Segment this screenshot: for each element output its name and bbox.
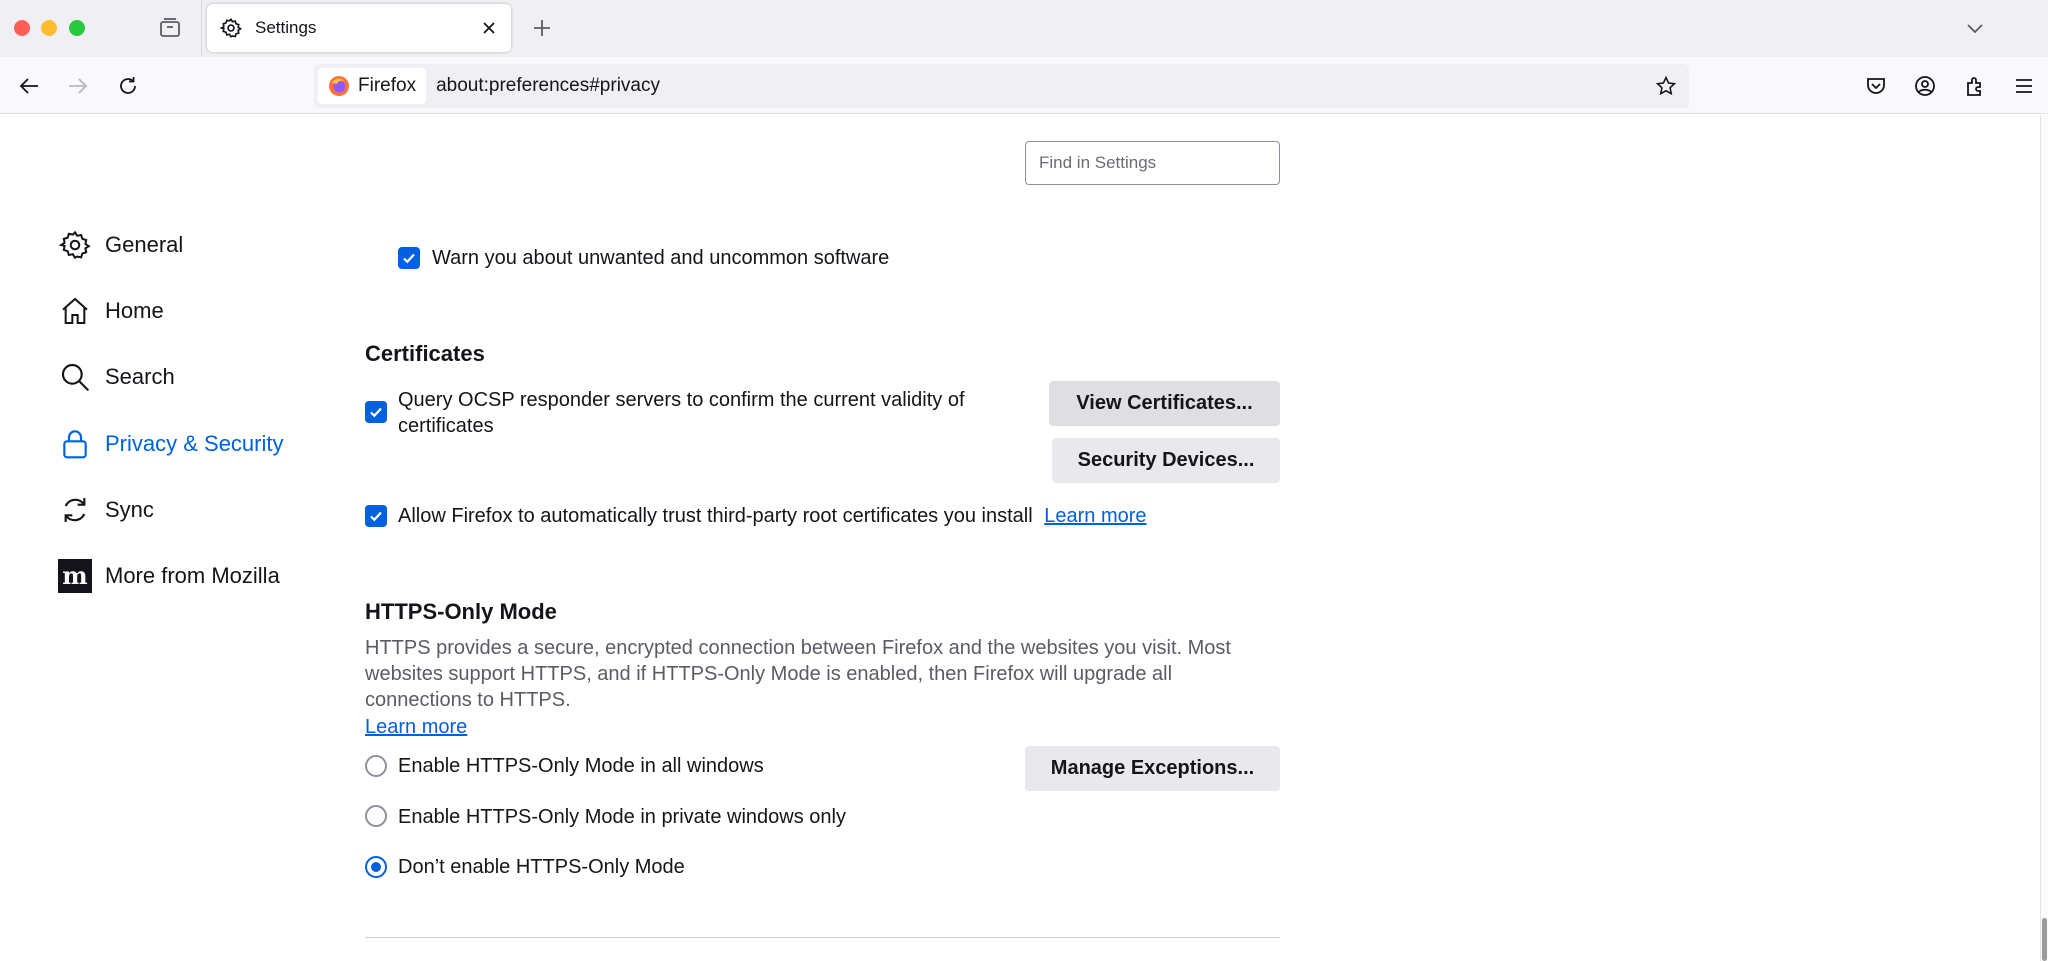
tab-title: Settings bbox=[255, 18, 317, 37]
tab-strip-divider bbox=[201, 0, 202, 57]
chevron-down-icon bbox=[1967, 24, 1983, 34]
sidebar-item-home[interactable]: Home bbox=[58, 289, 318, 333]
navigation-toolbar: Firefox about:preferences#privacy bbox=[0, 57, 2048, 114]
firefox-view-icon bbox=[160, 18, 180, 37]
close-tab-button[interactable] bbox=[477, 16, 501, 40]
scrollbar-track[interactable] bbox=[2040, 115, 2048, 961]
https-only-description: HTTPS provides a secure, encrypted conne… bbox=[365, 637, 1231, 711]
svg-text:m: m bbox=[62, 561, 87, 590]
bookmark-button[interactable] bbox=[1649, 69, 1683, 103]
view-certificates-button[interactable]: View Certificates... bbox=[1049, 381, 1280, 426]
reload-icon bbox=[120, 77, 136, 94]
back-button[interactable] bbox=[12, 69, 46, 103]
sidebar-item-label: Sync bbox=[105, 497, 154, 522]
auto-trust-checkbox[interactable] bbox=[365, 505, 387, 527]
section-divider bbox=[365, 937, 1280, 938]
url-text[interactable]: about:preferences#privacy bbox=[436, 75, 1649, 97]
window-minimize-button[interactable] bbox=[41, 20, 57, 36]
account-icon bbox=[1915, 76, 1935, 96]
checkmark-icon bbox=[370, 407, 382, 418]
gear-icon bbox=[219, 16, 243, 40]
tab-strip: Settings bbox=[0, 0, 2048, 57]
close-icon bbox=[483, 22, 495, 34]
pocket-icon bbox=[1867, 78, 1885, 94]
firefox-view-button[interactable] bbox=[155, 13, 185, 43]
https-only-all-windows-label: Enable HTTPS-Only Mode in all windows bbox=[398, 755, 764, 777]
auto-trust-row: Allow Firefox to automatically trust thi… bbox=[398, 503, 1147, 529]
sidebar-item-search[interactable]: Search bbox=[58, 355, 318, 399]
sidebar-item-more-from-mozilla[interactable]: m More from Mozilla bbox=[58, 554, 318, 598]
puzzle-icon bbox=[1967, 77, 1981, 96]
find-in-settings-input[interactable] bbox=[1025, 141, 1280, 185]
identity-box[interactable]: Firefox bbox=[318, 68, 427, 104]
https-only-heading: HTTPS-Only Mode bbox=[365, 599, 557, 624]
url-bar[interactable]: Firefox about:preferences#privacy bbox=[314, 64, 1689, 108]
https-only-private-windows-radio[interactable] bbox=[365, 805, 387, 827]
sidebar-item-privacy-security[interactable]: Privacy & Security bbox=[58, 422, 318, 466]
sidebar-item-general[interactable]: General bbox=[58, 223, 318, 267]
window-close-button[interactable] bbox=[14, 20, 30, 36]
lock-icon bbox=[58, 427, 92, 461]
arrow-right-icon bbox=[69, 78, 88, 94]
sidebar-item-label: General bbox=[105, 232, 184, 257]
arrow-left-icon bbox=[19, 78, 38, 94]
https-only-private-windows-label: Enable HTTPS-Only Mode in private window… bbox=[398, 806, 846, 828]
sidebar-item-sync[interactable]: Sync bbox=[58, 488, 318, 532]
mozilla-logo-icon: m bbox=[58, 559, 92, 593]
home-icon bbox=[58, 294, 92, 328]
account-button[interactable] bbox=[1908, 69, 1942, 103]
warn-unwanted-label: Warn you about unwanted and uncommon sof… bbox=[432, 247, 890, 269]
open-menu-button[interactable] bbox=[2007, 69, 2041, 103]
sidebar-item-label: More from Mozilla bbox=[105, 563, 280, 588]
star-icon bbox=[1655, 75, 1677, 96]
search-icon bbox=[58, 360, 92, 394]
sidebar-item-label: Home bbox=[105, 298, 164, 323]
list-all-tabs-button[interactable] bbox=[1960, 13, 1990, 43]
warn-unwanted-checkbox[interactable] bbox=[398, 247, 420, 269]
hamburger-menu-icon bbox=[2016, 79, 2032, 93]
certificates-heading: Certificates bbox=[365, 341, 485, 366]
sidebar-item-label: Search bbox=[105, 364, 175, 389]
sync-icon bbox=[58, 493, 92, 527]
extensions-button[interactable] bbox=[1958, 69, 1992, 103]
sidebar-item-label: Privacy & Security bbox=[105, 431, 284, 456]
scrollbar-thumb[interactable] bbox=[2042, 918, 2047, 961]
tab-settings[interactable]: Settings bbox=[207, 4, 511, 52]
https-only-disabled-radio[interactable] bbox=[365, 856, 387, 878]
pocket-button[interactable] bbox=[1859, 69, 1893, 103]
firefox-logo-icon bbox=[329, 76, 349, 96]
ocsp-label: Query OCSP responder servers to confirm … bbox=[398, 389, 965, 437]
window-maximize-button[interactable] bbox=[69, 20, 85, 36]
https-only-all-windows-radio[interactable] bbox=[365, 755, 387, 777]
new-tab-button[interactable] bbox=[527, 13, 557, 43]
ocsp-checkbox[interactable] bbox=[365, 401, 387, 423]
certificates-learn-more-link[interactable]: Learn more bbox=[1044, 505, 1146, 527]
checkmark-icon bbox=[403, 253, 415, 264]
https-only-disabled-label: Don’t enable HTTPS-Only Mode bbox=[398, 856, 685, 878]
https-only-learn-more-link[interactable]: Learn more bbox=[365, 714, 467, 740]
manage-exceptions-button[interactable]: Manage Exceptions... bbox=[1025, 746, 1280, 791]
plus-icon bbox=[534, 20, 550, 36]
security-devices-button[interactable]: Security Devices... bbox=[1052, 438, 1280, 483]
reload-button[interactable] bbox=[111, 69, 145, 103]
identity-label: Firefox bbox=[358, 75, 417, 96]
checkmark-icon bbox=[370, 511, 382, 522]
auto-trust-label: Allow Firefox to automatically trust thi… bbox=[398, 505, 1033, 527]
forward-button[interactable] bbox=[61, 69, 95, 103]
gear-icon bbox=[58, 228, 92, 262]
